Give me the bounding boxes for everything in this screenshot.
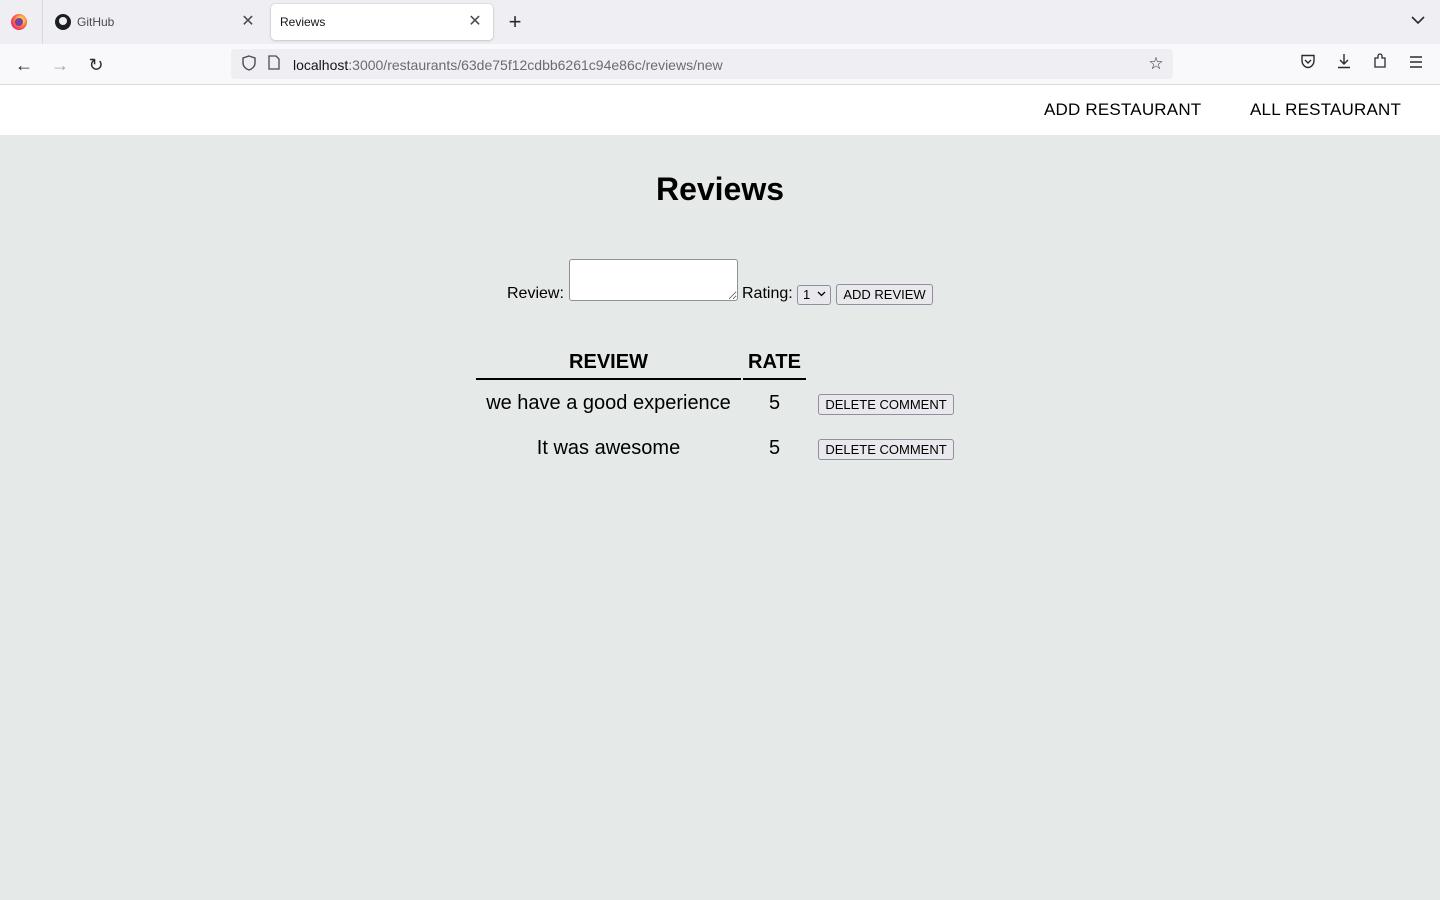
github-icon xyxy=(55,14,71,30)
tab-github[interactable]: GitHub ✕ xyxy=(44,4,266,40)
column-header-rate: RATE xyxy=(748,351,801,373)
firefox-logo-icon[interactable] xyxy=(11,14,27,30)
plus-icon[interactable]: + xyxy=(503,11,527,35)
column-header-review: REVIEW xyxy=(569,351,648,373)
delete-comment-button[interactable]: DELETE COMMENT xyxy=(818,394,954,415)
bookmark-star-icon[interactable]: ☆ xyxy=(1145,53,1167,75)
tab-separator xyxy=(42,0,43,44)
tab-title: GitHub xyxy=(77,15,115,29)
add-restaurant-link[interactable]: ADD RESTAURANT xyxy=(1044,100,1201,120)
review-label: Review: xyxy=(507,285,564,302)
rating-label: Rating: xyxy=(742,285,793,302)
add-review-button[interactable]: ADD REVIEW xyxy=(836,284,933,305)
chevron-down-icon[interactable] xyxy=(1406,12,1430,32)
navigation-toolbar: ← → ↻ localhost:3000/restaurants/63de75f… xyxy=(0,44,1440,85)
page-icon[interactable] xyxy=(267,55,281,73)
rating-select[interactable]: 1 xyxy=(797,285,831,305)
tab-reviews[interactable]: Reviews ✕ xyxy=(271,4,493,40)
all-restaurant-link[interactable]: ALL RESTAURANT xyxy=(1250,100,1401,120)
reload-icon[interactable]: ↻ xyxy=(83,52,109,78)
menu-icon[interactable] xyxy=(1403,52,1429,78)
download-icon[interactable] xyxy=(1331,52,1357,78)
review-textarea[interactable] xyxy=(569,259,738,301)
rate-cell: 5 xyxy=(768,392,781,414)
site-header: ADD RESTAURANT ALL RESTAURANT xyxy=(0,85,1440,135)
review-cell: we have a good experience xyxy=(486,392,731,414)
close-icon[interactable]: ✕ xyxy=(238,12,258,32)
tab-title: Reviews xyxy=(280,15,326,29)
close-icon[interactable]: ✕ xyxy=(465,12,485,32)
url-bar[interactable]: localhost:3000/restaurants/63de75f12cdbb… xyxy=(231,49,1173,79)
main-content: Reviews Review: Rating: 1 ADD REVIEW REV… xyxy=(0,135,1440,900)
header-underline xyxy=(743,378,806,380)
back-icon[interactable]: ← xyxy=(11,52,37,78)
forward-icon[interactable]: → xyxy=(47,52,73,78)
url-text[interactable]: localhost:3000/restaurants/63de75f12cdbb… xyxy=(293,57,723,73)
chevron-down-icon xyxy=(817,286,826,304)
tab-bar: GitHub ✕ Reviews ✕ + xyxy=(0,0,1440,44)
extensions-icon[interactable] xyxy=(1367,52,1393,78)
review-cell: It was awesome xyxy=(536,437,681,459)
shield-icon[interactable] xyxy=(240,55,258,73)
page-title: Reviews xyxy=(655,171,785,207)
delete-comment-button[interactable]: DELETE COMMENT xyxy=(818,439,954,460)
header-underline xyxy=(476,378,741,380)
rating-selected-value: 1 xyxy=(803,287,811,302)
pocket-icon[interactable] xyxy=(1295,52,1321,78)
rate-cell: 5 xyxy=(768,437,781,459)
